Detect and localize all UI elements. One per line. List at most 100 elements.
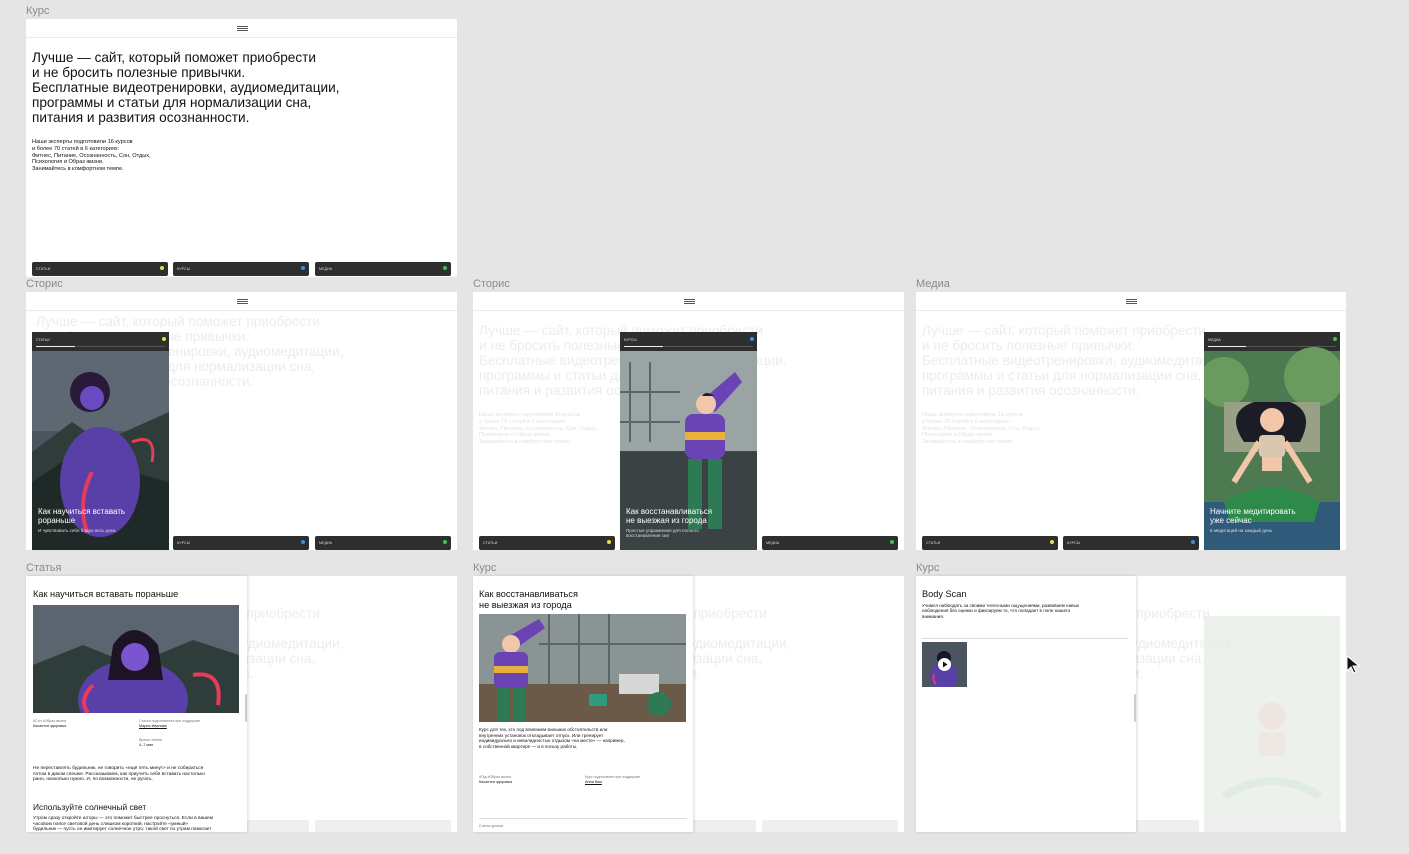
frame-label-course-home: Курс [26, 5, 50, 17]
media-dot-icon [443, 266, 447, 270]
topbar [473, 292, 904, 311]
media-panel[interactable]: Body Scan Учимся наблюдать за своими тел… [916, 576, 1136, 832]
tab-articles-label: СТАТЬИ [483, 541, 498, 545]
home-intro-faded: Наши эксперты подготовили 16 курсов и бо… [922, 412, 1041, 446]
media-title: Body Scan [922, 589, 967, 599]
story-header-label: МЕДИА [1208, 338, 1221, 342]
story-header: СТАТЬИ [32, 332, 169, 351]
frame-stories-media: Лучше — сайт, который поможет приобрести… [916, 292, 1346, 550]
mouse-cursor-icon [1346, 655, 1361, 674]
media-dot-icon [890, 540, 894, 544]
story-header: МЕДИА [1204, 332, 1340, 351]
article-meta-category-label: #Сон #Образ жизни [33, 719, 67, 723]
course-description: Курс для тех, кто под влиянием внешних о… [479, 727, 625, 749]
frame-label-media: Медиа [916, 278, 950, 290]
article-hero-image [33, 605, 239, 713]
story-subtitle: Простые упражнения для полного восстанов… [626, 528, 699, 539]
frame-stories-courses: Лучше — сайт, который поможет приобрести… [473, 292, 904, 550]
courses-dot-icon [750, 337, 754, 341]
tab-media[interactable]: МЕДИА [762, 536, 898, 550]
tab-courses[interactable]: КУРСЫ [173, 536, 309, 550]
tab-courses[interactable]: КУРСЫ [173, 262, 309, 276]
story-card-media[interactable]: МЕДИА Начните медитировать уже сейчас 6 … [1204, 332, 1340, 550]
tab-articles[interactable]: СТАТЬИ [479, 536, 615, 550]
hamburger-menu-icon[interactable] [236, 299, 248, 305]
course-title: Как восстанавливаться не выезжая из горо… [479, 589, 578, 610]
tab-media[interactable]: МЕДИА [315, 536, 451, 550]
media-thumbnail[interactable] [922, 642, 967, 687]
tab-articles-label: СТАТЬИ [926, 541, 941, 545]
frame-label-article: Статья [26, 562, 62, 574]
tab-courses-label: КУРСЫ [177, 267, 191, 271]
article-panel-scroll-handle[interactable] [245, 694, 247, 722]
tab-courses[interactable]: КУРСЫ [1063, 536, 1199, 550]
tab-articles[interactable]: СТАТЬИ [922, 536, 1058, 550]
tab-media-label: МЕДИА [319, 541, 333, 545]
articles-dot-icon [607, 540, 611, 544]
home-intro-faded: Наши эксперты подготовили 16 курсов и бо… [479, 412, 598, 446]
story-header-label: КУРСЫ [624, 338, 637, 342]
tab-articles-label: СТАТЬИ [36, 267, 51, 271]
article-meta-expert-label: Статья подготовлена при поддержке [139, 719, 201, 723]
faded-meditation-illustration [1204, 616, 1340, 832]
home-headline-faded: Лучше — сайт, который поможет приобрести… [922, 323, 1230, 398]
articles-dot-icon [1050, 540, 1054, 544]
story-progress [1208, 346, 1336, 347]
courses-dot-icon [301, 266, 305, 270]
article-meta-expert-link[interactable]: Мария Иванова [139, 724, 167, 728]
article-lead: Не переставлять будильник, не говорить «… [33, 766, 205, 783]
courses-dot-icon [1191, 540, 1195, 544]
articles-dot-icon [160, 266, 164, 270]
article-meta-time-label: Время чтения [139, 738, 163, 742]
tab-courses-label: КУРСЫ [1067, 541, 1081, 545]
tab-media-faded [762, 820, 898, 832]
tab-courses-label: КУРСЫ [177, 541, 191, 545]
story-header: КУРСЫ [620, 332, 757, 351]
hamburger-menu-icon[interactable] [236, 26, 248, 32]
frame-course-home: Лучше — сайт, который поможет приобрести… [26, 19, 457, 277]
media-divider [922, 638, 1128, 639]
frame-label-stories-1: Сторис [26, 278, 63, 290]
course-meta-expert-link[interactable]: Анна Ким [585, 780, 602, 784]
course-meta-category-label: #Під #Образ жизни [479, 775, 511, 779]
course-divider [479, 818, 687, 819]
frame-label-stories-2: Сторис [473, 278, 510, 290]
story-progress [36, 346, 165, 347]
tab-media-faded [1205, 820, 1341, 832]
faded-story-card [1204, 616, 1340, 832]
article-panel[interactable]: Как научиться вставать пораньше #Сон #Об… [26, 576, 247, 832]
story-subtitle: 6 медитаций на каждый день [1210, 528, 1273, 533]
story-subtitle: И чувствовать себя бодро весь день [38, 528, 116, 533]
hamburger-menu-icon[interactable] [1126, 299, 1137, 305]
tab-articles[interactable]: СТАТЬИ [32, 262, 168, 276]
topbar [26, 19, 457, 38]
topbar [26, 292, 457, 311]
article-title: Как научиться вставать пораньше [33, 589, 179, 599]
articles-dot-icon [162, 337, 166, 341]
course-footer-label: Статьи уроков [479, 824, 503, 828]
story-card-articles[interactable]: СТАТЬИ Как научиться вставать pораньше И… [32, 332, 169, 550]
topbar [916, 292, 1346, 311]
media-panel-scroll-handle[interactable] [1134, 694, 1136, 722]
frame-stories-articles: Лучше — сайт, который поможет приобрести… [26, 292, 457, 550]
story-header-label: СТАТЬИ [36, 338, 50, 342]
media-dot-icon [1333, 337, 1337, 341]
article-meta-time-value: 4–7 мин [139, 743, 154, 747]
article-meta-category-value: Касается здоровья [33, 724, 67, 728]
course-panel[interactable]: Как восстанавливаться не выезжая из горо… [473, 576, 693, 832]
play-button[interactable] [938, 658, 951, 671]
frame-label-course-detail: Курс [473, 562, 497, 574]
course-meta-category-value: Касается здоровья [479, 780, 513, 784]
frame-label-body-scan: Курс [916, 562, 940, 574]
home-intro: Наши эксперты подготовили 16 курсов и бо… [32, 139, 151, 173]
course-meta-expert-label: Курс подготовлен при поддержке [585, 775, 641, 779]
article-subhead: Используйте солнечный свет [33, 802, 147, 812]
courses-dot-icon [301, 540, 305, 544]
media-description: Учимся наблюдать за своими телесными ощу… [922, 603, 1079, 619]
tab-media-label: МЕДИА [319, 267, 333, 271]
hamburger-menu-icon[interactable] [683, 299, 695, 305]
story-card-courses[interactable]: КУРСЫ Как восстанавливаться не выезжая и… [620, 332, 757, 550]
story-title: Как восстанавливаться не выезжая из горо… [626, 507, 713, 525]
tab-media[interactable]: МЕДИА [315, 262, 451, 276]
course-hero-image [479, 614, 686, 722]
